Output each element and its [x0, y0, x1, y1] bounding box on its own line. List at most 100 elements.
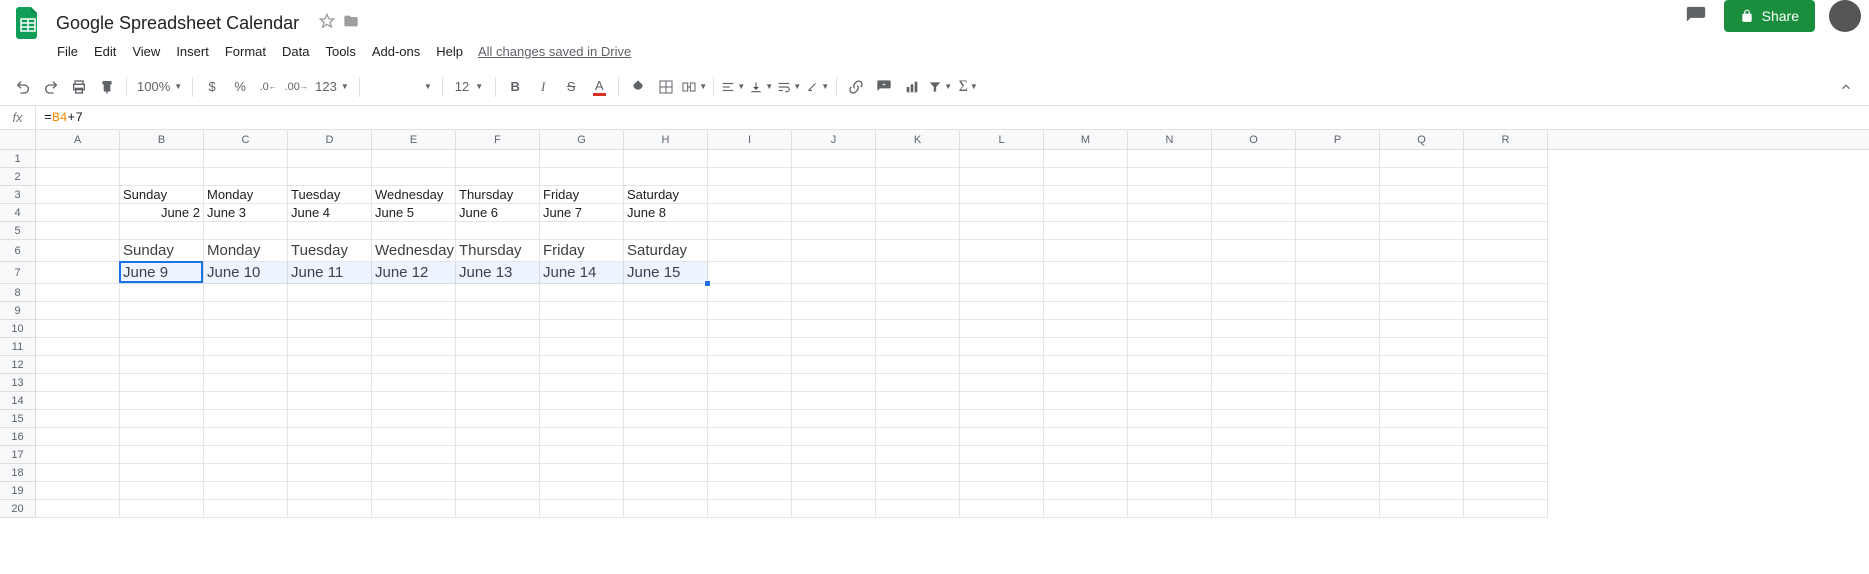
cell-A3[interactable]	[36, 186, 120, 204]
cell-Q1[interactable]	[1380, 150, 1464, 168]
merge-cells-button[interactable]: ▼	[681, 74, 707, 100]
cell-N5[interactable]	[1128, 222, 1212, 240]
cell-D5[interactable]	[288, 222, 372, 240]
cell-K9[interactable]	[876, 302, 960, 320]
halign-button[interactable]: ▼	[720, 74, 746, 100]
cell-I11[interactable]	[708, 338, 792, 356]
cell-P4[interactable]	[1296, 204, 1380, 222]
cell-J12[interactable]	[792, 356, 876, 374]
wrap-button[interactable]: ▼	[776, 74, 802, 100]
number-format-select[interactable]: 123▼	[311, 79, 353, 94]
cell-I16[interactable]	[708, 428, 792, 446]
cell-G18[interactable]	[540, 464, 624, 482]
col-header-Q[interactable]: Q	[1380, 130, 1464, 149]
cell-E19[interactable]	[372, 482, 456, 500]
bold-button[interactable]: B	[502, 74, 528, 100]
insert-chart-button[interactable]	[899, 74, 925, 100]
cell-C5[interactable]	[204, 222, 288, 240]
insert-link-button[interactable]	[843, 74, 869, 100]
cell-N10[interactable]	[1128, 320, 1212, 338]
cell-B20[interactable]	[120, 500, 204, 518]
cell-G2[interactable]	[540, 168, 624, 186]
account-avatar[interactable]	[1829, 0, 1861, 32]
move-folder-icon[interactable]	[343, 13, 359, 29]
cell-L3[interactable]	[960, 186, 1044, 204]
cell-J11[interactable]	[792, 338, 876, 356]
insert-comment-button[interactable]: +	[871, 74, 897, 100]
cell-H11[interactable]	[624, 338, 708, 356]
cell-J14[interactable]	[792, 392, 876, 410]
select-all-corner[interactable]	[0, 130, 36, 150]
cell-P11[interactable]	[1296, 338, 1380, 356]
cell-E3[interactable]: Wednesday	[372, 186, 456, 204]
cell-Q7[interactable]	[1380, 262, 1464, 284]
cell-J5[interactable]	[792, 222, 876, 240]
cell-J18[interactable]	[792, 464, 876, 482]
cell-I8[interactable]	[708, 284, 792, 302]
cell-I6[interactable]	[708, 240, 792, 262]
row-header-6[interactable]: 6	[0, 240, 35, 262]
cell-J10[interactable]	[792, 320, 876, 338]
cell-I13[interactable]	[708, 374, 792, 392]
cell-L18[interactable]	[960, 464, 1044, 482]
row-header-9[interactable]: 9	[0, 302, 35, 320]
cell-E8[interactable]	[372, 284, 456, 302]
cell-D11[interactable]	[288, 338, 372, 356]
cell-K17[interactable]	[876, 446, 960, 464]
cell-P18[interactable]	[1296, 464, 1380, 482]
cell-D13[interactable]	[288, 374, 372, 392]
cell-L20[interactable]	[960, 500, 1044, 518]
cell-F3[interactable]: Thursday	[456, 186, 540, 204]
cell-N12[interactable]	[1128, 356, 1212, 374]
cell-G8[interactable]	[540, 284, 624, 302]
row-header-12[interactable]: 12	[0, 356, 35, 374]
cell-I4[interactable]	[708, 204, 792, 222]
cell-J13[interactable]	[792, 374, 876, 392]
cell-E14[interactable]	[372, 392, 456, 410]
cell-E17[interactable]	[372, 446, 456, 464]
cell-R12[interactable]	[1464, 356, 1548, 374]
cell-C17[interactable]	[204, 446, 288, 464]
cell-D7[interactable]: June 11	[288, 262, 372, 284]
zoom-select[interactable]: 100%▼	[133, 79, 186, 94]
format-currency[interactable]: $	[199, 74, 225, 100]
cell-K15[interactable]	[876, 410, 960, 428]
col-header-I[interactable]: I	[708, 130, 792, 149]
col-header-G[interactable]: G	[540, 130, 624, 149]
cell-M20[interactable]	[1044, 500, 1128, 518]
cell-M10[interactable]	[1044, 320, 1128, 338]
fill-handle[interactable]	[704, 280, 711, 287]
col-header-N[interactable]: N	[1128, 130, 1212, 149]
cell-C2[interactable]	[204, 168, 288, 186]
cell-B2[interactable]	[120, 168, 204, 186]
cell-J4[interactable]	[792, 204, 876, 222]
cell-D15[interactable]	[288, 410, 372, 428]
cell-O5[interactable]	[1212, 222, 1296, 240]
cell-E10[interactable]	[372, 320, 456, 338]
cell-J2[interactable]	[792, 168, 876, 186]
cell-M19[interactable]	[1044, 482, 1128, 500]
share-button[interactable]: Share	[1724, 0, 1815, 32]
cell-Q17[interactable]	[1380, 446, 1464, 464]
cell-D8[interactable]	[288, 284, 372, 302]
cell-Q14[interactable]	[1380, 392, 1464, 410]
cell-A19[interactable]	[36, 482, 120, 500]
cell-P9[interactable]	[1296, 302, 1380, 320]
cell-H4[interactable]: June 8	[624, 204, 708, 222]
cell-F2[interactable]	[456, 168, 540, 186]
cell-N15[interactable]	[1128, 410, 1212, 428]
row-header-7[interactable]: 7	[0, 262, 35, 284]
cell-K16[interactable]	[876, 428, 960, 446]
cell-F15[interactable]	[456, 410, 540, 428]
cell-K3[interactable]	[876, 186, 960, 204]
cell-E7[interactable]: June 12	[372, 262, 456, 284]
row-header-15[interactable]: 15	[0, 410, 35, 428]
cell-N20[interactable]	[1128, 500, 1212, 518]
cell-R20[interactable]	[1464, 500, 1548, 518]
rotate-button[interactable]: ▼	[804, 74, 830, 100]
row-header-18[interactable]: 18	[0, 464, 35, 482]
cell-K11[interactable]	[876, 338, 960, 356]
cell-Q4[interactable]	[1380, 204, 1464, 222]
cell-N17[interactable]	[1128, 446, 1212, 464]
cell-D9[interactable]	[288, 302, 372, 320]
